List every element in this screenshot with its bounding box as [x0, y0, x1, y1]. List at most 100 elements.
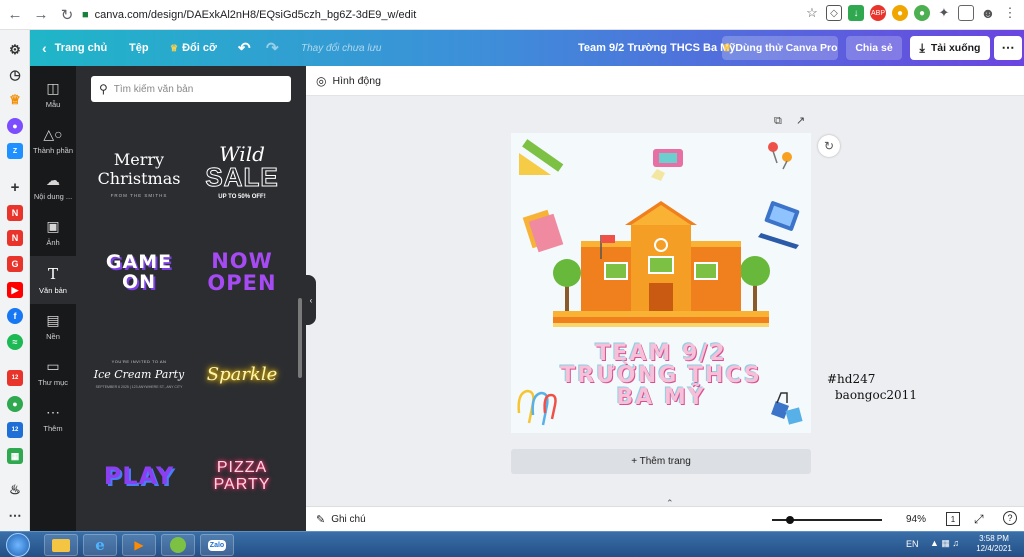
puzzle-icon[interactable]: ✦	[936, 5, 952, 21]
background-icon: ▤	[46, 311, 60, 328]
history-icon[interactable]: ◷	[7, 67, 23, 83]
download-button[interactable]: ⤓ Tải xuống	[910, 36, 990, 60]
folder-taskbar-icon	[52, 538, 70, 552]
news-icon-2[interactable]: N	[7, 230, 23, 246]
text-style-game-on[interactable]: GAME ON	[91, 232, 187, 312]
spotify-icon[interactable]: ≈	[7, 334, 23, 350]
editor-side-rail: ◫ Mẫu △○ Thành phần ☁ Nội dung ... ▣ Ảnh…	[30, 66, 76, 531]
youtube-icon[interactable]: ▶	[7, 282, 23, 298]
rail-item-photos[interactable]: ▣ Ảnh	[30, 210, 76, 254]
messenger-icon[interactable]: ●	[7, 118, 23, 134]
notes-button[interactable]: ✎ Ghi chú	[316, 513, 366, 526]
star-icon[interactable]: ☆	[804, 5, 820, 21]
bell-icon[interactable]: ♨	[7, 482, 23, 498]
design-page[interactable]: TEAM 9/2 TRƯỜNG THCS BA MỸ	[511, 133, 811, 433]
image-icon: ▣	[46, 217, 60, 234]
text-style-sparkle[interactable]: Sparkle	[194, 334, 290, 414]
add-icon[interactable]: +	[7, 179, 23, 196]
rail-item-templates[interactable]: ◫ Mẫu	[30, 72, 76, 116]
resize-button[interactable]: ♕ Đổi cỡ	[170, 30, 217, 66]
zoom-slider-thumb[interactable]	[786, 516, 794, 524]
ext-orange-icon[interactable]: ●	[892, 5, 908, 21]
address-bar[interactable]: ■ canva.com/design/DAExkAl2nH8/EQsiGd5cz…	[82, 4, 862, 26]
undo-button[interactable]: ↶	[238, 30, 251, 66]
duplicate-page-icon[interactable]: ⧉	[774, 115, 782, 128]
more-options-button[interactable]: ⋯	[994, 36, 1022, 60]
ext-green-icon[interactable]: ●	[914, 5, 930, 21]
taskbar-media[interactable]: ▶	[122, 534, 156, 556]
document-title[interactable]: Team 9/2 Trường THCS Ba Mỹ	[578, 30, 735, 66]
crown-pro-icon: ♕	[722, 42, 732, 54]
forward-icon[interactable]: →	[30, 4, 52, 26]
taskbar-clock[interactable]: 3:58 PM 12/4/2021	[972, 534, 1016, 554]
share-button[interactable]: Chia sẻ	[846, 36, 902, 60]
add-page-button[interactable]: + Thêm trang	[511, 449, 811, 474]
panel-scrollbar[interactable]	[298, 298, 302, 378]
start-button[interactable]	[6, 533, 30, 557]
collapse-panel-handle[interactable]: ‹	[306, 275, 316, 325]
text-style-wild-sale[interactable]: Wild SALE UP TO 50% OFF!	[194, 132, 290, 212]
reload-icon[interactable]: ↻	[56, 4, 78, 26]
text-icon: T	[47, 265, 58, 283]
undo-icon: ↶	[238, 40, 251, 57]
location-icon[interactable]: ●	[7, 396, 23, 412]
settings-icon[interactable]: ⚙	[7, 42, 23, 58]
home-button[interactable]: ‹ Trang chủ	[42, 30, 107, 66]
text-style-merry-christmas[interactable]: Merry Christmas FROM THE SMITHS	[91, 134, 187, 214]
canva-header: ‹ Trang chủ Tệp ♕ Đổi cỡ ↶ ↷ Thay đổi ch…	[30, 30, 1024, 66]
zoom-slider[interactable]	[772, 516, 882, 524]
taskbar-explorer[interactable]	[44, 534, 78, 556]
school-building	[553, 201, 769, 327]
zoom-level[interactable]: 94%	[906, 514, 926, 525]
taskbar-coccoc[interactable]	[161, 534, 195, 556]
text-style-play[interactable]: PLAY	[91, 436, 187, 516]
tray-icons[interactable]: ▲ ▦ ♫	[930, 538, 959, 549]
sheet-icon[interactable]: ▦	[7, 448, 23, 464]
sidebar-icon[interactable]	[958, 5, 974, 21]
layout-icon: ◫	[46, 79, 60, 96]
rail-item-more[interactable]: ⋯ Thêm	[30, 396, 76, 440]
file-menu-button[interactable]: Tệp	[129, 30, 149, 66]
calendar-blue-icon[interactable]: 12	[7, 422, 23, 438]
rail-item-folders[interactable]: ▭ Thư mục	[30, 350, 76, 394]
more-icon: ⋯	[46, 403, 60, 420]
facebook-icon[interactable]: f	[7, 308, 23, 324]
taskbar-ie[interactable]: e	[83, 534, 117, 556]
taskbar-language[interactable]: EN	[906, 539, 919, 549]
rail-item-background[interactable]: ▤ Nền	[30, 304, 76, 348]
menu-icon[interactable]: ⋮	[1002, 5, 1018, 21]
coccoc-icon	[170, 537, 186, 553]
tape-sticker	[651, 149, 683, 181]
adblock-icon[interactable]: ABP	[870, 5, 886, 21]
shield-icon[interactable]: ◇	[826, 5, 842, 21]
try-pro-button[interactable]: ♕ Dùng thử Canva Pro	[722, 36, 838, 60]
search-input[interactable]: ⚲ Tìm kiếm văn bản	[91, 76, 291, 102]
zalo-side-icon[interactable]: Z	[7, 143, 23, 159]
download-ext-icon[interactable]: ↓	[848, 5, 864, 21]
more-dots-icon[interactable]: ⋯	[7, 508, 23, 524]
text-style-now-open[interactable]: NOW OPEN	[194, 232, 290, 312]
text-style-ice-cream-party[interactable]: YOU'RE INVITED TO AN Ice Cream Party SEP…	[91, 334, 187, 414]
page-count-button[interactable]: 1	[946, 512, 960, 526]
crown-icon[interactable]: ♕	[7, 92, 23, 108]
calendar-icon[interactable]: 12	[7, 370, 23, 386]
text-style-pizza-party[interactable]: PIZZA PARTY	[194, 436, 290, 516]
rail-item-elements[interactable]: △○ Thành phần	[30, 118, 76, 162]
download-icon: ⤓	[919, 40, 925, 55]
design-title-text[interactable]: TEAM 9/2 TRƯỜNG THCS BA MỸ	[511, 343, 811, 409]
back-icon[interactable]: ←	[4, 4, 26, 26]
redo-button[interactable]: ↷	[266, 30, 279, 66]
news-icon-1[interactable]: N	[7, 205, 23, 221]
refresh-icon[interactable]: ↻	[818, 135, 840, 157]
add-page-icon[interactable]: ↗	[796, 114, 805, 127]
rail-item-uploads[interactable]: ☁ Nội dung ...	[30, 164, 76, 208]
help-icon[interactable]: ?	[1003, 511, 1017, 525]
animate-button[interactable]: ◎ Hình động	[316, 74, 381, 88]
media-icon: ▶	[134, 538, 144, 552]
fullscreen-icon[interactable]: ⤢	[974, 512, 984, 527]
zalo-icon: Zalo	[207, 539, 227, 551]
rail-item-text[interactable]: T Văn bản	[30, 256, 76, 304]
taskbar-zalo[interactable]: Zalo	[200, 534, 234, 556]
profile-icon[interactable]: ☻	[980, 5, 996, 21]
game-icon[interactable]: G	[7, 256, 23, 272]
